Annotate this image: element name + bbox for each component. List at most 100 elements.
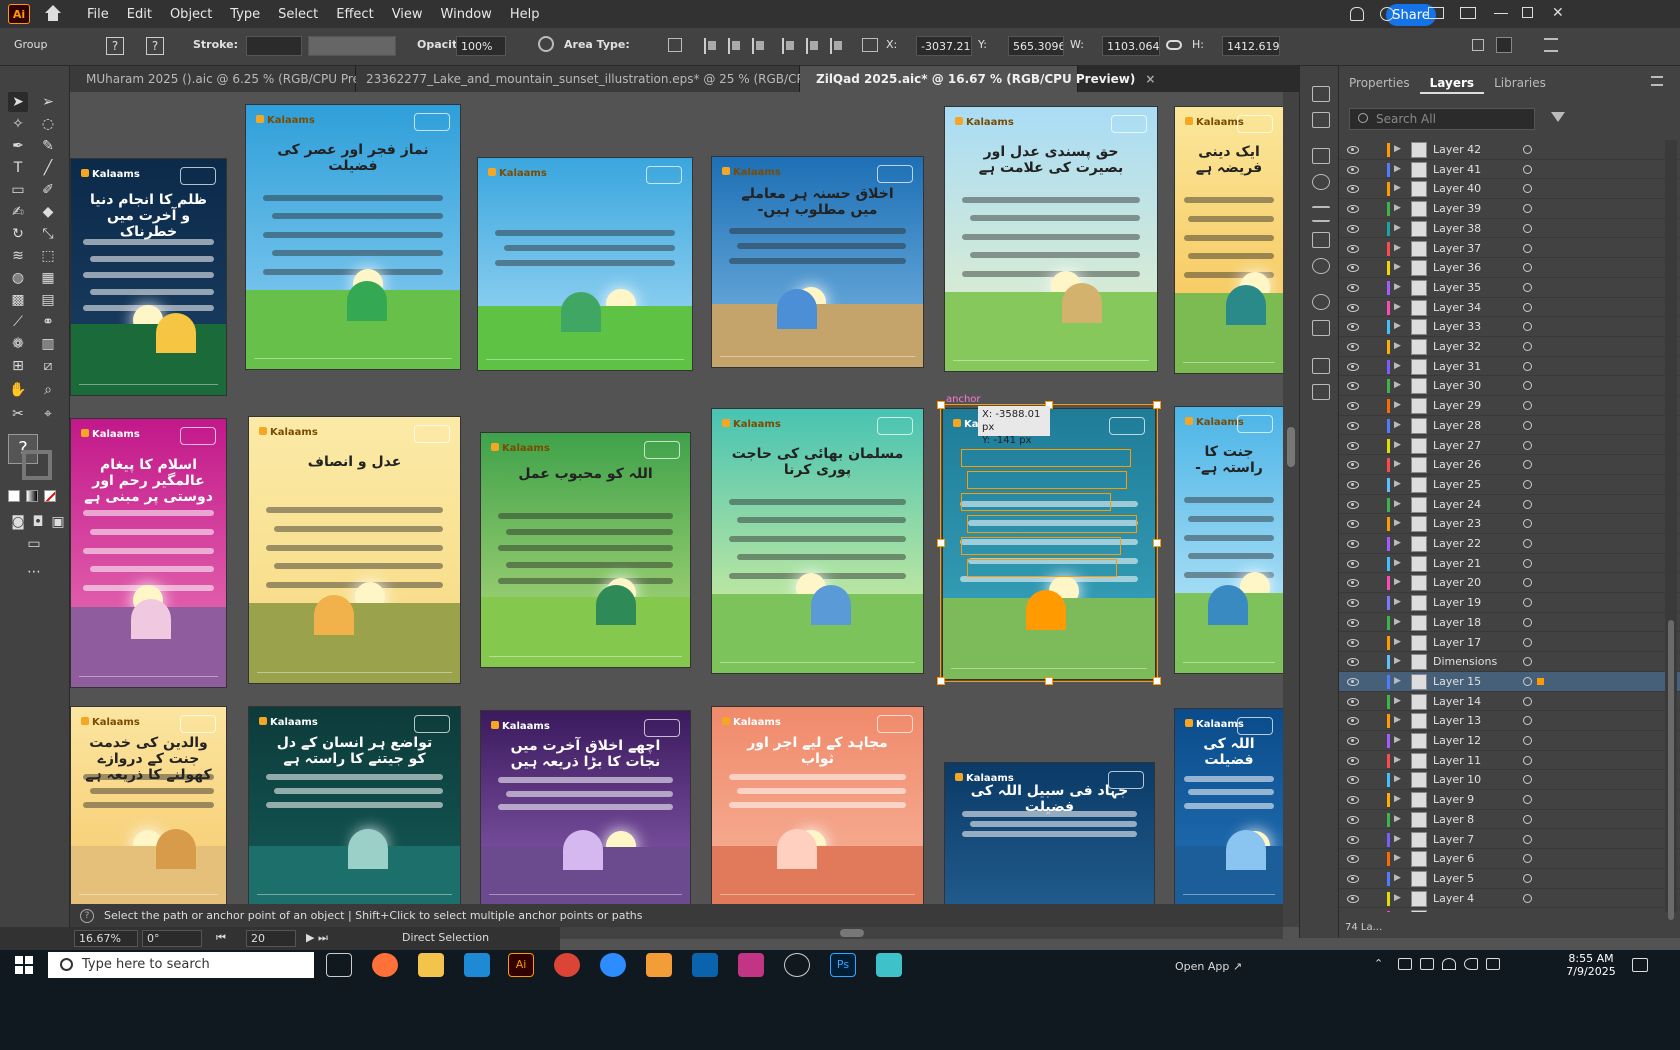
stroke-weight-field[interactable] [246, 36, 302, 56]
rotate-tool-icon[interactable]: ↻ [8, 224, 28, 244]
layer-name[interactable]: Layer 20 [1433, 576, 1481, 589]
battery-icon[interactable] [1420, 958, 1434, 970]
close-window-icon[interactable]: ✕ [1552, 6, 1566, 21]
width-tool-icon[interactable]: ≋ [8, 246, 28, 266]
layer-row[interactable]: ▶ Layer 34 [1339, 298, 1680, 318]
layer-row[interactable]: ▶ Layer 35 [1339, 278, 1680, 298]
vertical-scrollbar[interactable] [1283, 92, 1299, 927]
menu-type[interactable]: Type [221, 7, 269, 22]
target-circle-icon[interactable] [1523, 440, 1532, 450]
layer-row[interactable]: ▶ Layer 8 [1339, 810, 1680, 830]
gradient-tool-icon[interactable]: ▤ [38, 290, 58, 310]
expand-arrow-icon[interactable]: ▶ [1394, 834, 1401, 844]
target-circle-icon[interactable] [1523, 558, 1532, 568]
layer-row[interactable]: ▶ Layer 27 [1339, 436, 1680, 456]
layer-name[interactable]: Layer 12 [1433, 734, 1481, 747]
target-circle-icon[interactable] [1523, 401, 1532, 411]
expand-arrow-icon[interactable]: ▶ [1394, 696, 1401, 706]
layer-row[interactable]: ▶ Layer 32 [1339, 337, 1680, 357]
layer-name[interactable]: Layer 14 [1433, 695, 1481, 708]
layer-name[interactable]: Layer 19 [1433, 596, 1481, 609]
layer-name[interactable]: Layer 25 [1433, 478, 1481, 491]
visibility-eye-icon[interactable] [1347, 382, 1359, 391]
draw-normal-icon[interactable]: ◙ [8, 512, 28, 532]
layer-name[interactable]: Layer 37 [1433, 242, 1481, 255]
outlook-icon[interactable] [692, 953, 718, 977]
layer-row[interactable]: ▶ Layer 31 [1339, 357, 1680, 377]
illustrator-taskbar-icon[interactable]: Ai [508, 953, 534, 977]
artboard-card[interactable]: Kalaams عدل و انصاف [248, 416, 461, 684]
layer-row[interactable]: ▶ Layer 29 [1339, 396, 1680, 416]
layer-row[interactable]: ▶ Layer 5 [1339, 869, 1680, 889]
target-circle-icon[interactable] [1523, 657, 1532, 667]
visibility-eye-icon[interactable] [1347, 717, 1359, 726]
artboard-card[interactable]: Kalaams ظلم کا انجام دنیا و آخرت میں خطرن… [70, 158, 227, 396]
menu-window[interactable]: Window [432, 7, 501, 22]
layer-row[interactable]: ▶ Layer 40 [1339, 179, 1680, 200]
target-circle-icon[interactable] [1523, 519, 1532, 529]
notification-icon[interactable] [1632, 958, 1648, 972]
link-proportions-icon[interactable] [1166, 40, 1182, 50]
arrange-icon[interactable] [1496, 37, 1512, 53]
expand-arrow-icon[interactable]: ▶ [1394, 262, 1401, 272]
visibility-eye-icon[interactable] [1347, 146, 1359, 154]
layer-row[interactable]: ▶ Layer 28 [1339, 416, 1680, 436]
x-field[interactable]: -3037.2158 [916, 36, 972, 56]
graph-tool-icon[interactable]: ▥ [38, 334, 58, 354]
scroll-thumb[interactable] [1287, 427, 1295, 467]
target-circle-icon[interactable] [1523, 361, 1532, 371]
visibility-eye-icon[interactable] [1347, 264, 1359, 273]
expand-arrow-icon[interactable]: ▶ [1394, 853, 1401, 863]
draw-behind-icon[interactable]: ◘ [28, 512, 48, 532]
transparency-icon[interactable] [1312, 258, 1330, 274]
recolor-icon[interactable] [538, 36, 554, 52]
layer-row[interactable]: ▶ Layer 24 [1339, 495, 1680, 515]
control-menu-icon[interactable] [1544, 38, 1558, 52]
layer-name[interactable]: Layer 6 [1433, 852, 1474, 865]
visibility-eye-icon[interactable] [1347, 402, 1359, 411]
expand-arrow-icon[interactable]: ▶ [1394, 361, 1401, 371]
visibility-eye-icon[interactable] [1347, 500, 1359, 509]
visibility-eye-icon[interactable] [1347, 224, 1359, 233]
target-circle-icon[interactable] [1523, 873, 1532, 883]
windows-start-icon[interactable] [15, 956, 33, 974]
layer-row[interactable]: ▶ Layer 3 [1339, 908, 1680, 912]
visibility-eye-icon[interactable] [1347, 815, 1359, 824]
artboard-card[interactable]: Kalaams اسلام کا پیغام عالمگیر رحم اور دو… [70, 418, 227, 688]
artboard-card[interactable]: Kalaams حق پسندی عدل اور بصیرت کی علامت ہ… [944, 106, 1158, 372]
tab-zilqad[interactable]: ZilQad 2025.aic* @ 16.67 % (RGB/CPU Prev… [800, 66, 1155, 92]
layers-scrollbar[interactable] [1665, 140, 1677, 920]
screen-mode-icon[interactable]: ▭ [24, 534, 44, 554]
layer-name[interactable]: Layer 18 [1433, 616, 1481, 629]
opacity-field[interactable]: 100% [456, 36, 506, 56]
expand-arrow-icon[interactable]: ▶ [1394, 321, 1401, 331]
expand-arrow-icon[interactable]: ▶ [1394, 459, 1401, 469]
appearance-icon[interactable] [1312, 294, 1330, 310]
resize-handle[interactable] [937, 677, 945, 685]
target-circle-icon[interactable] [1523, 539, 1532, 548]
layer-row[interactable]: ▶ Layer 17 [1339, 633, 1680, 653]
hand-tool-icon[interactable]: ✋ [8, 380, 28, 400]
target-circle-icon[interactable] [1523, 479, 1532, 489]
layer-name[interactable]: Layer 35 [1433, 281, 1481, 294]
canvas[interactable]: Kalaams ظلم کا انجام دنیا و آخرت میں خطرن… [70, 92, 1283, 904]
layer-row[interactable]: ▶ Layer 7 [1339, 830, 1680, 850]
layer-row[interactable]: ▶ Layer 30 [1339, 376, 1680, 397]
taskbar-clock[interactable]: 8:55 AM 7/9/2025 [1560, 952, 1622, 978]
search-icon[interactable] [1380, 7, 1394, 21]
expand-arrow-icon[interactable]: ▶ [1394, 814, 1401, 824]
layer-row[interactable]: ▶ Layer 15 [1339, 671, 1680, 692]
layer-row[interactable]: ▶ Dimensions [1339, 652, 1680, 672]
artboards-panel-icon[interactable] [1312, 384, 1330, 400]
artboard-card[interactable]: Kalaams اللہ کو محبوب عمل [480, 432, 691, 668]
expand-arrow-icon[interactable]: ▶ [1394, 243, 1401, 253]
layer-row[interactable]: ▶ Layer 14 [1339, 692, 1680, 712]
visibility-eye-icon[interactable] [1347, 796, 1359, 805]
layer-name[interactable]: Layer 22 [1433, 537, 1481, 550]
layer-name[interactable]: Layer 39 [1433, 202, 1481, 215]
none-mode-swatch[interactable] [44, 490, 56, 502]
target-circle-icon[interactable] [1523, 637, 1532, 647]
target-circle-icon[interactable] [1523, 696, 1532, 706]
visibility-eye-icon[interactable] [1347, 855, 1359, 864]
layer-name[interactable]: Layer 33 [1433, 320, 1481, 333]
